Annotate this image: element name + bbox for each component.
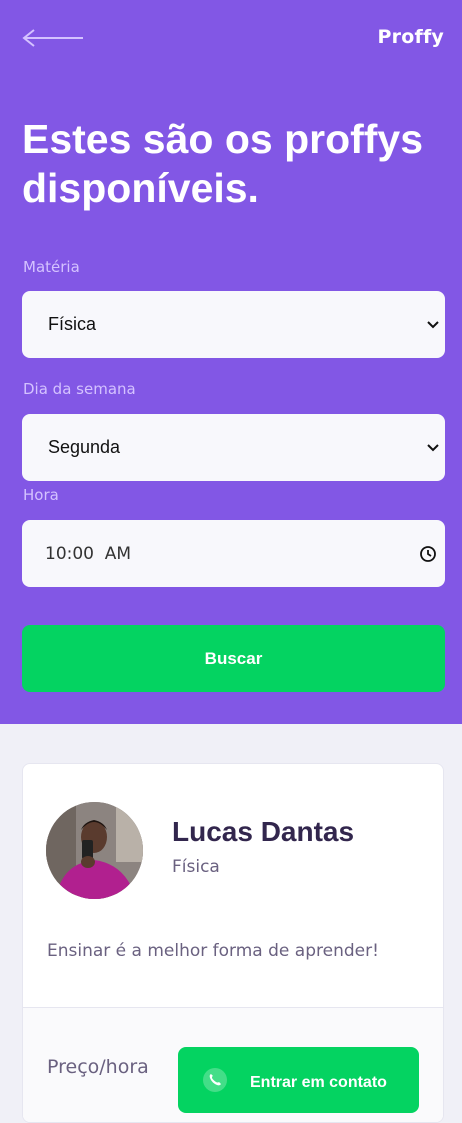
avatar — [46, 802, 143, 899]
contact-button-label: Entrar em contato — [250, 1074, 387, 1091]
price-label: Preço/hora — [47, 1056, 149, 1078]
search-button[interactable]: Buscar — [22, 625, 445, 692]
avatar-photo — [46, 802, 143, 899]
teacher-name: Lucas Dantas — [172, 816, 355, 847]
weekday-label: Dia da semana — [23, 380, 136, 398]
weekday-select-value: Segunda — [48, 437, 121, 457]
teacher-subject: Física — [172, 857, 220, 877]
subject-select[interactable]: Física — [22, 291, 445, 358]
card-footer: Preço/hora Entrar em contato — [23, 1007, 443, 1122]
chevron-down-icon — [427, 320, 439, 328]
subject-select-value: Física — [48, 314, 97, 334]
page-header: Proffy Estes são os proffys disponíveis.… — [0, 0, 462, 724]
time-input-value: 10:00 AM — [45, 543, 132, 564]
whatsapp-icon — [203, 1068, 227, 1092]
time-input[interactable]: 10:00 AM — [22, 520, 445, 587]
chevron-down-icon — [427, 443, 439, 451]
weekday-select[interactable]: Segunda — [22, 414, 445, 481]
contact-button[interactable]: Entrar em contato — [178, 1047, 419, 1113]
subject-label: Matéria — [23, 258, 80, 276]
teacher-card: Lucas Dantas Física Ensinar é a melhor f… — [22, 763, 444, 1123]
teacher-bio: Ensinar é a melhor forma de aprender! — [47, 941, 379, 961]
clock-icon[interactable] — [419, 545, 437, 563]
time-label: Hora — [23, 486, 59, 504]
page-title: Estes são os proffys disponíveis. — [22, 116, 424, 211]
back-arrow-icon[interactable] — [22, 28, 84, 48]
logo: Proffy — [377, 26, 444, 48]
